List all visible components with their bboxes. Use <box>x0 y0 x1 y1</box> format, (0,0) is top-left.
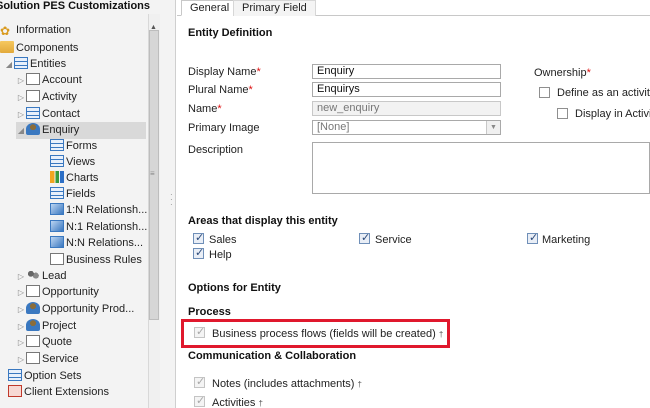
activity-icon <box>26 90 40 102</box>
entity-definition-title: Entity Definition <box>188 27 273 39</box>
nav-item-information[interactable]: ✿ Information <box>0 22 71 39</box>
display-name-label: Display Name* <box>188 66 261 78</box>
collapsed-arrow-icon[interactable]: ▷ <box>16 351 26 368</box>
entities-icon <box>14 57 28 69</box>
notes-label: Notes (includes attachments) † <box>212 378 362 390</box>
project-icon <box>26 319 40 331</box>
solution-title: Solution PES Customizations <box>0 0 151 12</box>
nav-item-business-rules[interactable]: Business Rules <box>50 252 142 269</box>
expanded-arrow-icon[interactable]: ◢ <box>16 122 26 139</box>
define-as-activity-label: Define as an activity <box>557 87 650 99</box>
notes-checkbox <box>194 375 205 388</box>
nav-item-activity[interactable]: ▷ Activity <box>16 89 77 106</box>
nav-item-account[interactable]: ▷ Account <box>16 72 82 89</box>
nav-item-n1-relationships[interactable]: N:1 Relationsh... <box>50 219 147 236</box>
quote-icon <box>26 335 40 347</box>
options-section-title: Options for Entity <box>188 282 281 294</box>
plural-name-input[interactable]: Enquirys <box>312 82 501 97</box>
nav-item-entities[interactable]: ◢ Entities <box>4 56 66 73</box>
nav-item-views[interactable]: Views <box>50 154 95 171</box>
description-textarea[interactable] <box>312 142 650 194</box>
business-rules-icon <box>50 253 64 265</box>
nav-item-lead[interactable]: ▷ Lead <box>16 268 66 285</box>
areas-section-title: Areas that display this entity <box>188 215 338 227</box>
expanded-arrow-icon[interactable]: ◢ <box>4 56 14 73</box>
nav-item-quote[interactable]: ▷ Quote <box>16 334 72 351</box>
enquiry-icon <box>26 123 40 135</box>
one-to-many-icon <box>50 203 64 215</box>
form-tabs: General Primary Field <box>177 0 650 16</box>
nav-item-option-sets[interactable]: Option Sets <box>8 368 81 385</box>
collapsed-arrow-icon[interactable]: ▷ <box>16 284 26 301</box>
opportunity-product-icon <box>26 302 40 314</box>
forms-icon <box>50 139 64 151</box>
account-icon <box>26 73 40 85</box>
tab-primary-field[interactable]: Primary Field <box>233 0 316 16</box>
charts-icon <box>50 171 64 183</box>
collapsed-arrow-icon[interactable]: ▷ <box>16 318 26 335</box>
nav-item-forms[interactable]: Forms <box>50 138 97 155</box>
service-label: Service <box>375 234 412 246</box>
information-icon: ✿ <box>0 24 11 38</box>
display-name-input[interactable]: Enquiry <box>312 64 501 79</box>
nav-item-1n-relationships[interactable]: 1:N Relationsh... <box>50 202 147 219</box>
marketing-label: Marketing <box>542 234 591 246</box>
pane-splitter-handle[interactable]: · · · <box>170 191 173 209</box>
description-label: Description <box>188 144 244 156</box>
nav-item-charts[interactable]: Charts <box>50 170 98 187</box>
nav-item-project[interactable]: ▷ Project <box>16 318 76 335</box>
service-icon <box>26 352 40 364</box>
tab-general[interactable]: General <box>181 0 239 16</box>
collapsed-arrow-icon[interactable]: ▷ <box>16 72 26 89</box>
ownership-label: Ownership* <box>534 67 591 79</box>
plural-name-label: Plural Name* <box>188 84 253 96</box>
lead-icon <box>26 269 40 281</box>
nav-item-contact[interactable]: ▷ Contact <box>16 106 80 123</box>
name-label: Name* <box>188 103 222 115</box>
primary-image-select[interactable]: [None] ▼ <box>312 120 501 135</box>
service-checkbox[interactable] <box>359 231 370 244</box>
components-folder-icon <box>0 41 14 53</box>
many-to-many-icon <box>50 236 64 248</box>
display-in-activity-label: Display in Activit <box>575 108 650 120</box>
entity-form: General Primary Field Entity Definition … <box>177 0 650 408</box>
nav-item-nn-relationships[interactable]: N:N Relations... <box>50 235 143 252</box>
collapsed-arrow-icon[interactable]: ▷ <box>16 106 26 123</box>
process-section-title: Process <box>188 306 231 318</box>
communication-section-title: Communication & Collaboration <box>188 350 357 362</box>
views-icon <box>50 155 64 167</box>
nav-item-service[interactable]: ▷ Service <box>16 351 79 368</box>
client-extensions-icon <box>8 385 22 397</box>
nav-item-opportunity[interactable]: ▷ Opportunity <box>16 284 99 301</box>
sales-label: Sales <box>209 234 237 246</box>
contact-icon <box>26 107 40 119</box>
scroll-grip-icon: ≡ <box>150 169 155 178</box>
activities-checkbox <box>194 394 205 407</box>
name-input: new_enquiry <box>312 101 501 116</box>
activities-label: Activities † <box>212 397 263 408</box>
collapsed-arrow-icon[interactable]: ▷ <box>16 89 26 106</box>
primary-image-label: Primary Image <box>188 122 260 134</box>
nav-item-enquiry[interactable]: ◢ Enquiry <box>16 122 146 139</box>
nav-item-client-extensions[interactable]: Client Extensions <box>8 384 109 401</box>
highlight-box <box>181 319 450 348</box>
collapsed-arrow-icon[interactable]: ▷ <box>16 334 26 351</box>
sales-checkbox[interactable] <box>193 231 204 244</box>
collapsed-arrow-icon[interactable]: ▷ <box>16 301 26 318</box>
nav-item-opportunity-product[interactable]: ▷ Opportunity Prod... <box>16 301 134 318</box>
nav-item-components[interactable]: Components <box>0 40 78 57</box>
display-in-activity-checkbox[interactable] <box>557 108 568 119</box>
dropdown-arrow-icon[interactable]: ▼ <box>486 121 500 134</box>
help-label: Help <box>209 249 232 261</box>
many-to-one-icon <box>50 220 64 232</box>
nav-item-fields[interactable]: Fields <box>50 186 95 203</box>
opportunity-icon <box>26 285 40 297</box>
define-as-activity-checkbox[interactable] <box>539 87 550 98</box>
option-sets-icon <box>8 369 22 381</box>
help-checkbox[interactable] <box>193 246 204 259</box>
fields-icon <box>50 187 64 199</box>
marketing-checkbox[interactable] <box>527 231 538 244</box>
navigation-pane: Solution PES Customizations ✿ Information… <box>0 0 176 408</box>
collapsed-arrow-icon[interactable]: ▷ <box>16 268 26 285</box>
